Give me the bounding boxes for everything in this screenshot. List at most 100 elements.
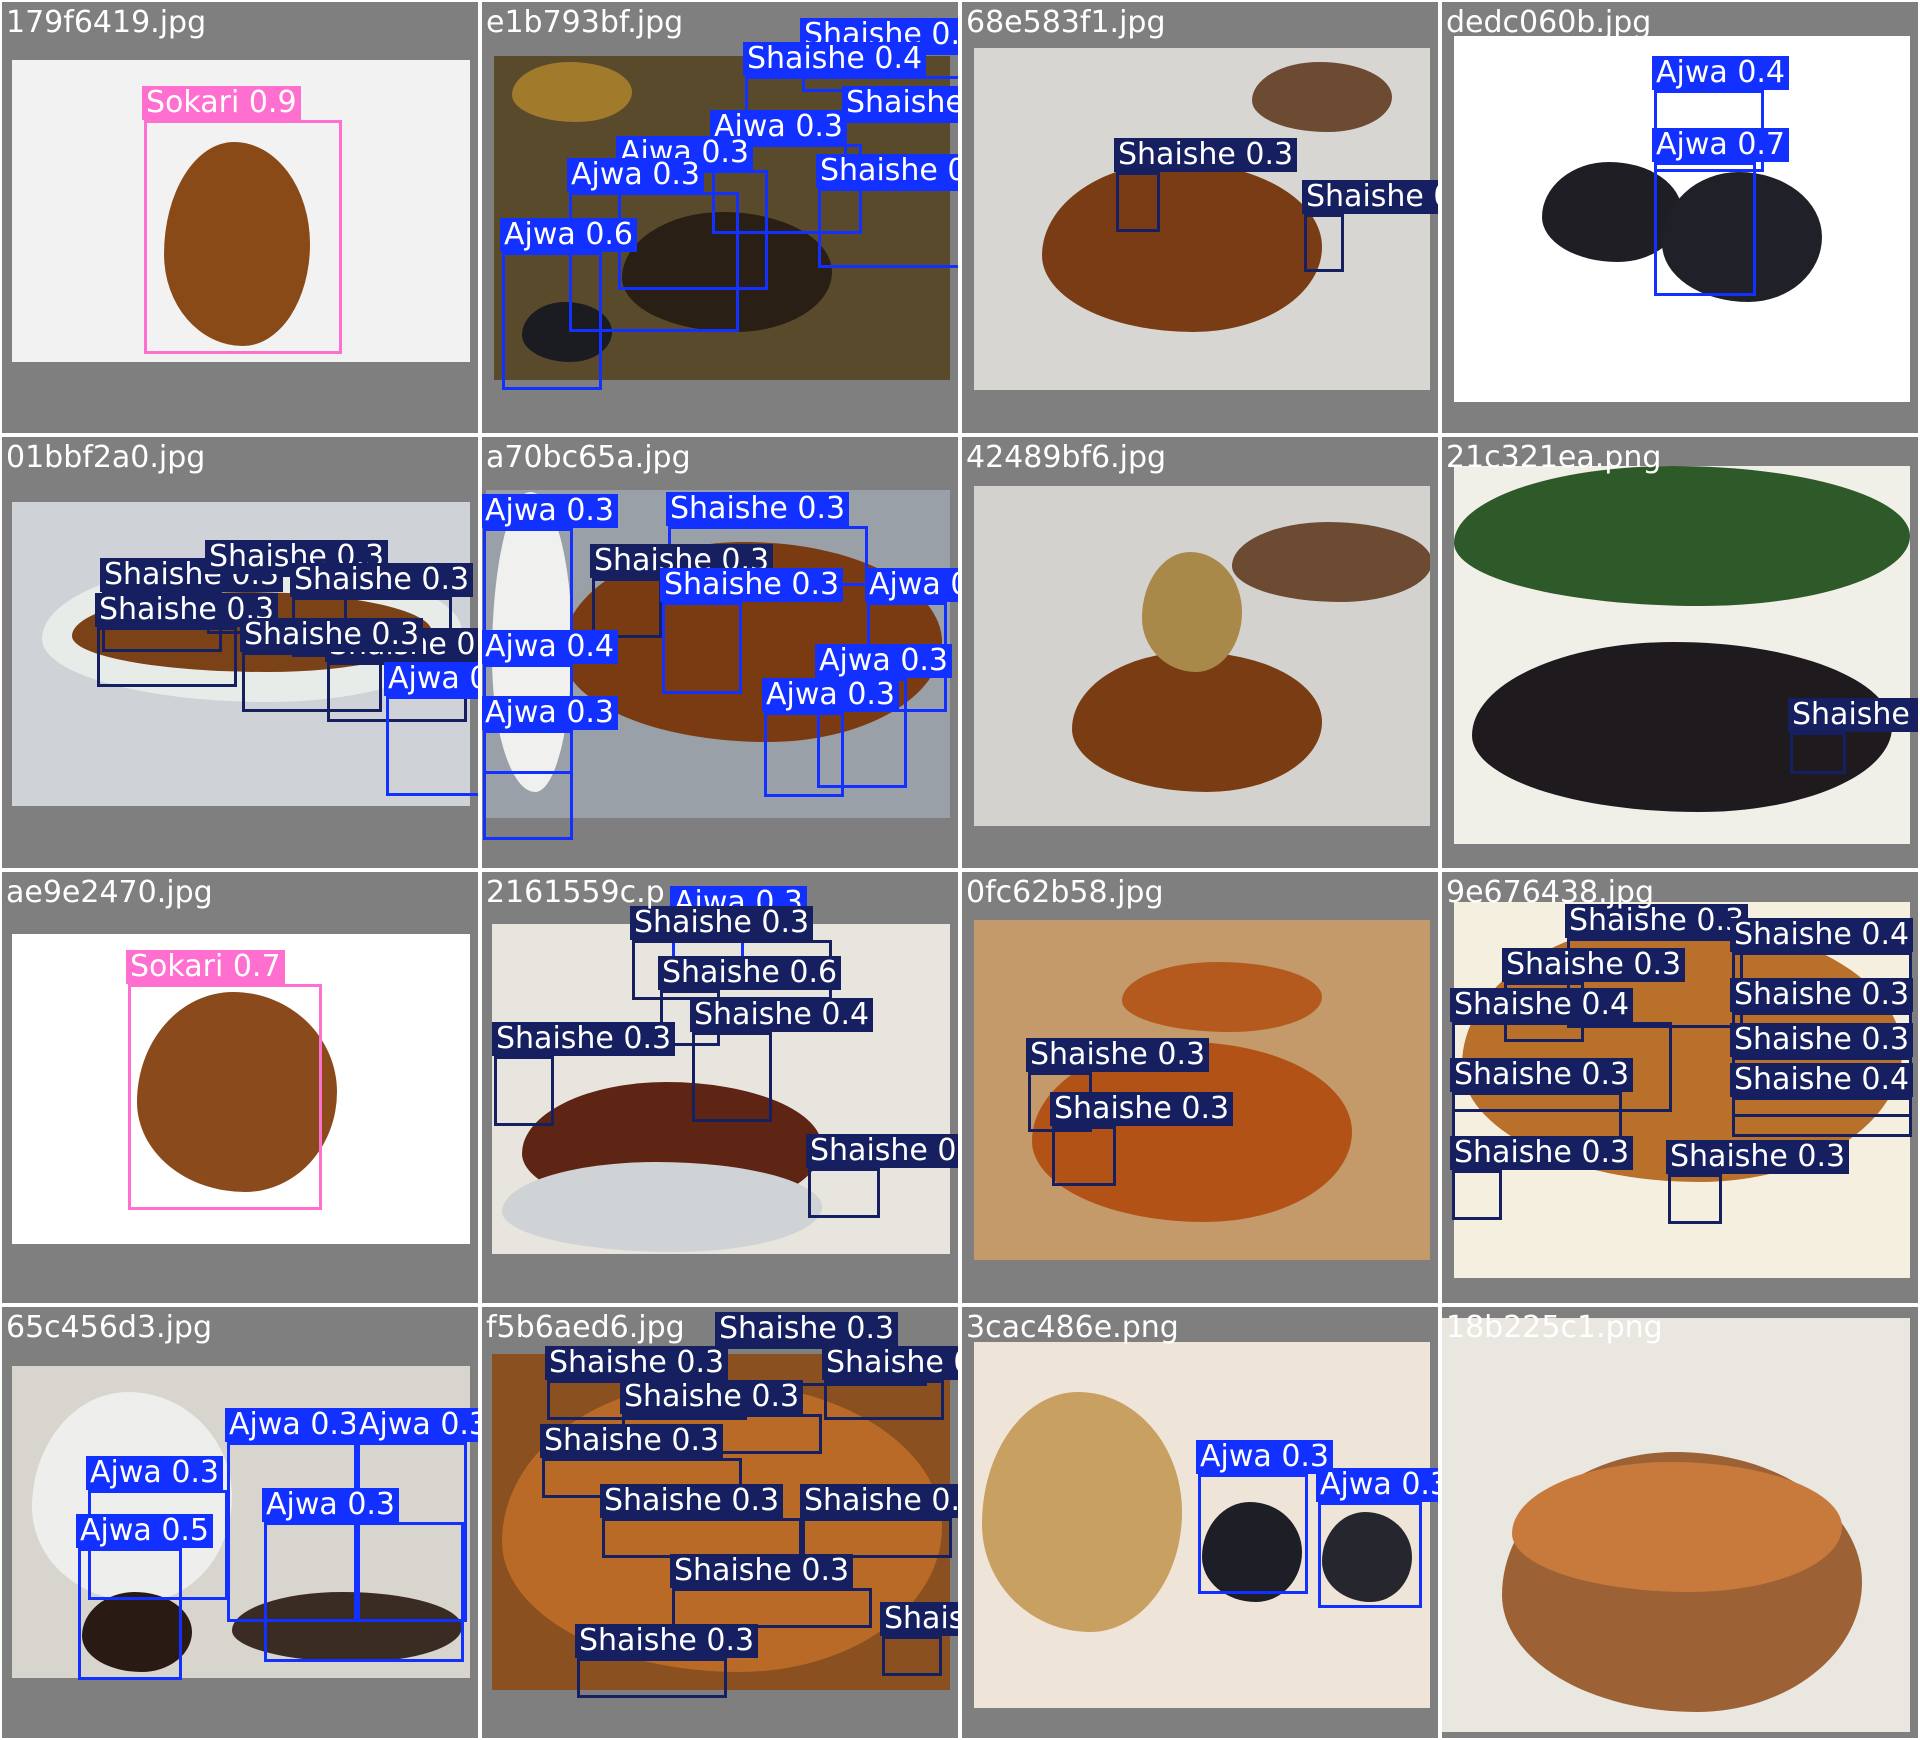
- detection-box: [602, 1518, 802, 1558]
- tile-filename: 0fc62b58.jpg: [966, 875, 1164, 910]
- tile: 68e583f1.jpg Shaishe 0.3Shaishe 0.3: [960, 0, 1440, 435]
- detection-label: Shaishe 0.3: [1730, 1023, 1914, 1057]
- detection-box: [97, 627, 237, 687]
- detection-label: Shaishe 0.3: [822, 1346, 958, 1380]
- detection-box: [483, 528, 573, 638]
- detection-box: [494, 1056, 554, 1126]
- detection-label: Shaishe 0.3: [880, 1602, 958, 1636]
- detection-box: [764, 712, 844, 797]
- date-fruit-shape: [1042, 162, 1322, 332]
- tile-filename: 21c321ea.png: [1446, 440, 1662, 475]
- date-fruit-shape: [1512, 1462, 1842, 1592]
- detection-box: [483, 730, 573, 840]
- detection-label: Shaishe 0.3: [540, 1424, 724, 1458]
- detection-label: Shaishe 0.3: [1026, 1038, 1210, 1072]
- detection-box: [824, 1380, 944, 1420]
- detection-label: Ajwa 0.4: [482, 630, 619, 664]
- detection-label: Shaishe 0.3: [1450, 1058, 1634, 1092]
- detection-box: [1790, 732, 1846, 774]
- tile-filename: 42489bf6.jpg: [966, 440, 1167, 475]
- detection-label: Ajwa 0.6: [500, 218, 638, 252]
- tile-filename: a70bc65a.jpg: [486, 440, 691, 475]
- detection-label: Shaishe 0.3: [816, 154, 958, 188]
- tile: f5b6aed6.jpg Shaishe 0.3 Shaishe 0.3 Shaish…: [480, 1305, 960, 1740]
- tile: dedc060b.jpg Ajwa 0.4 Ajwa 0.7: [1440, 0, 1920, 435]
- detection-box: [144, 120, 342, 354]
- detection-label: Shaishe 0.3: [240, 618, 424, 652]
- detection-label: Shaishe 0.3: [620, 1380, 804, 1414]
- date-fruit-shape: [1252, 62, 1392, 132]
- detection-label: Ajwa 0.3: [482, 696, 619, 730]
- detection-label: Ajwa 0.3: [815, 644, 953, 678]
- tile: 0fc62b58.jpg Shaishe 0.3 Shaishe 0.3: [960, 870, 1440, 1305]
- detection-box: [577, 1658, 727, 1698]
- tile-filename: 9e676438.jpg: [1446, 875, 1655, 910]
- detection-label: Shaishe 0.3: [545, 1346, 729, 1380]
- detection-box: [1668, 1174, 1722, 1224]
- detection-box: [1452, 1170, 1502, 1220]
- tile: 179f6419.jpg Sokari 0.9: [0, 0, 480, 435]
- detection-label: Shaishe 0.3: [666, 492, 850, 526]
- detection-box: [386, 696, 478, 796]
- detection-box: [818, 188, 958, 268]
- detection-label: Ajwa 0.4: [1652, 56, 1790, 90]
- date-fruit-shape: [1072, 652, 1322, 792]
- detection-box: [882, 1636, 942, 1676]
- detection-label: Shaishe 0.3: [492, 1022, 676, 1056]
- detection-box: [692, 1032, 772, 1122]
- detection-label: Shaishe 0.3: [1788, 698, 1918, 732]
- tile-filename: 179f6419.jpg: [6, 5, 207, 40]
- detection-box: [672, 1588, 872, 1628]
- detection-label: Shaishe 0.4: [800, 1484, 958, 1518]
- detection-label: Ajwa 0.3: [355, 1408, 478, 1442]
- tile: 3cac486e.png Ajwa 0.3 Ajwa 0.3: [960, 1305, 1440, 1740]
- detection-box: [802, 1518, 952, 1558]
- tile: 01bbf2a0.jpg Shaishe 0.3 Shaishe 0.3 Shaish…: [0, 435, 480, 870]
- detection-label: Shaishe 0.3: [1450, 1136, 1634, 1170]
- tile-photo: [974, 48, 1430, 390]
- detection-label: Ajwa 0.3: [86, 1456, 224, 1490]
- tile-filename: e1b793bf.jpg: [486, 5, 684, 40]
- tile-filename: 2161559c.p: [486, 875, 665, 910]
- detection-label: Shaishe 0.3: [715, 1312, 899, 1346]
- tile-filename: 01bbf2a0.jpg: [6, 440, 206, 475]
- date-fruit-shape: [502, 1162, 822, 1252]
- detection-label: Shaishe 0.3: [1502, 948, 1686, 982]
- detection-label: Ajwa 0.3: [762, 678, 900, 712]
- date-fruit-shape: [1232, 522, 1430, 602]
- detection-box: [1116, 172, 1160, 232]
- detection-label: Shaishe 0.3: [660, 568, 844, 602]
- detection-box: [264, 1522, 464, 1662]
- tile-photo: [974, 486, 1430, 826]
- detection-label: Sokari 0.9: [142, 86, 301, 120]
- date-fruit-shape: [1142, 552, 1242, 672]
- detection-label: Shaishe 0.3: [1302, 180, 1438, 214]
- detection-box: [1198, 1474, 1308, 1594]
- detection-label: Ajwa 0.7: [1652, 128, 1790, 162]
- detection-label: Ajwa 0.3: [262, 1488, 400, 1522]
- tile-photo: [1454, 466, 1910, 844]
- date-fruit-shape: [512, 62, 632, 122]
- detection-box: [502, 252, 602, 390]
- tile-filename: dedc060b.jpg: [1446, 5, 1652, 40]
- detection-label: Sokari 0.7: [126, 950, 285, 984]
- detection-label: Shaishe 0.3: [842, 86, 958, 120]
- tile-filename: 18b225c1.png: [1446, 1310, 1663, 1345]
- detection-label: Ajwa 0.3: [482, 494, 619, 528]
- tile: 21c321ea.png Shaishe 0.3: [1440, 435, 1920, 870]
- detection-label: Ajwa 0.3: [1316, 1468, 1438, 1502]
- detection-box: [1318, 1502, 1422, 1608]
- detection-box: [808, 1168, 880, 1218]
- detection-label: Ajwa 0.3: [225, 1408, 363, 1442]
- tile: 2161559c.p Ajwa 0.3 Shaishe 0.3 Shaishe 0.6…: [480, 870, 960, 1305]
- detection-box: [78, 1548, 182, 1680]
- tile: 42489bf6.jpg: [960, 435, 1440, 870]
- detection-label: Shaishe 0.3: [1050, 1092, 1234, 1126]
- detection-label: Shaishe 0.3: [575, 1624, 759, 1658]
- tile: ae9e2470.jpg Sokari 0.7: [0, 870, 480, 1305]
- detection-label: Ajwa 0.5: [76, 1514, 214, 1548]
- detection-label: Shaishe 0.6: [658, 956, 842, 990]
- detection-label: Shaishe 0.3: [630, 906, 814, 940]
- tile-filename: f5b6aed6.jpg: [486, 1310, 685, 1345]
- detection-label: Shaishe 0.3: [1730, 978, 1914, 1012]
